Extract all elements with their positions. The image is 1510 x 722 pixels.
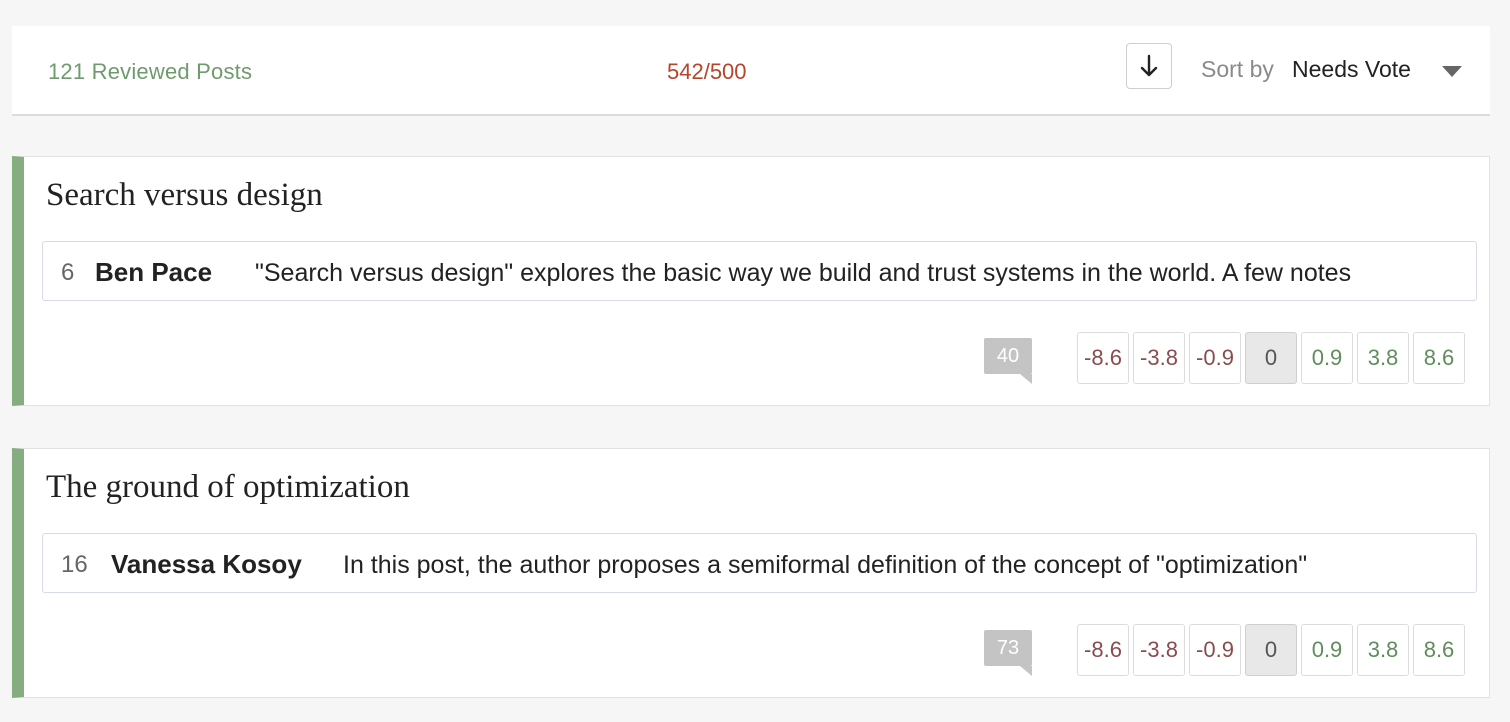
- chevron-down-icon[interactable]: [1442, 66, 1462, 77]
- comment-count-badge[interactable]: 40: [984, 338, 1032, 384]
- vote-button[interactable]: -3.8: [1133, 332, 1185, 384]
- vote-button[interactable]: -0.9: [1189, 624, 1241, 676]
- review-header: 121 Reviewed Posts 542/500 Sort by Needs…: [12, 26, 1490, 116]
- review-author[interactable]: Ben Pace: [95, 257, 212, 288]
- review-text: In this post, the author proposes a semi…: [343, 551, 1308, 579]
- post-title[interactable]: Search versus design: [46, 177, 323, 214]
- post-card[interactable]: Search versus design 6 Ben Pace "Search …: [12, 156, 1490, 406]
- vote-button[interactable]: 0.9: [1301, 624, 1353, 676]
- vote-budget: 542/500: [667, 59, 747, 84]
- comment-count-badge[interactable]: 73: [984, 630, 1032, 676]
- vote-button-selected[interactable]: 0: [1245, 624, 1297, 676]
- vote-button[interactable]: -8.6: [1077, 624, 1129, 676]
- vote-buttons: -8.6 -3.8 -0.9 0 0.9 3.8 8.6: [1077, 624, 1465, 676]
- arrow-down-icon: [1140, 54, 1158, 77]
- vote-buttons: -8.6 -3.8 -0.9 0 0.9 3.8 8.6: [1077, 332, 1465, 384]
- sort-select[interactable]: Needs Vote: [1292, 56, 1411, 83]
- review-preview[interactable]: 16 Vanessa Kosoy In this post, the autho…: [42, 533, 1477, 593]
- vote-button-selected[interactable]: 0: [1245, 332, 1297, 384]
- review-karma: 16: [61, 551, 88, 578]
- vote-button[interactable]: -0.9: [1189, 332, 1241, 384]
- sort-direction-button[interactable]: [1126, 43, 1172, 89]
- vote-button[interactable]: 3.8: [1357, 624, 1409, 676]
- vote-button[interactable]: 8.6: [1413, 624, 1465, 676]
- post-card[interactable]: The ground of optimization 16 Vanessa Ko…: [12, 448, 1490, 698]
- review-preview[interactable]: 6 Ben Pace "Search versus design" explor…: [42, 241, 1477, 301]
- review-text: "Search versus design" explores the basi…: [255, 259, 1352, 287]
- review-author[interactable]: Vanessa Kosoy: [111, 549, 302, 580]
- reviewed-posts-count: 121 Reviewed Posts: [48, 59, 253, 84]
- vote-button[interactable]: -3.8: [1133, 624, 1185, 676]
- vote-button[interactable]: -8.6: [1077, 332, 1129, 384]
- vote-button[interactable]: 3.8: [1357, 332, 1409, 384]
- vote-button[interactable]: 0.9: [1301, 332, 1353, 384]
- post-title[interactable]: The ground of optimization: [46, 469, 410, 506]
- vote-button[interactable]: 8.6: [1413, 332, 1465, 384]
- sort-by-label: Sort by: [1201, 56, 1274, 82]
- review-karma: 6: [61, 259, 75, 286]
